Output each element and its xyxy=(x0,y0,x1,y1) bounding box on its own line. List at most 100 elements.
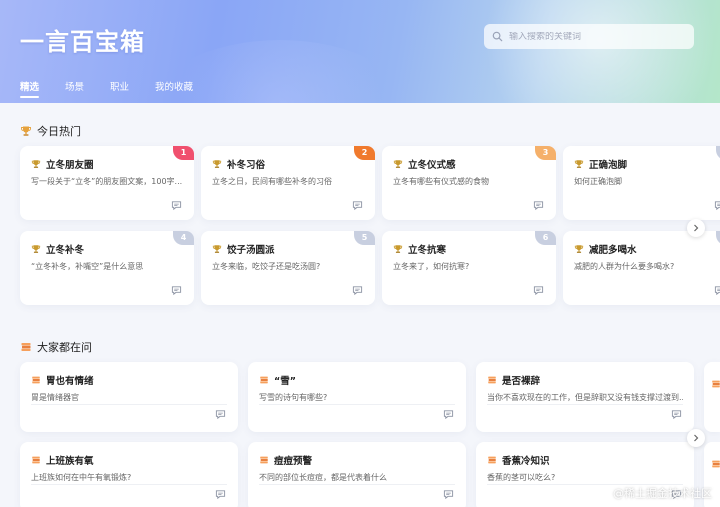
prompt-card[interactable]: 正确泡脚 如何正确泡脚 xyxy=(563,146,720,220)
trophy-icon xyxy=(393,245,403,253)
banner-glow xyxy=(470,0,720,103)
card-divider xyxy=(487,404,683,405)
card-description: 立冬来了，如何抗寒? xyxy=(393,262,470,271)
prompt-card[interactable]: 立冬补冬 “立冬补冬，补嘴空”是什么意思 4 xyxy=(20,231,194,305)
card-title: 香蕉冷知识 xyxy=(487,453,550,467)
chat-icon[interactable] xyxy=(443,409,454,420)
trophy-icon xyxy=(31,245,41,253)
prompt-card[interactable]: 立冬仪式感 立冬有哪些有仪式感的食物 3 xyxy=(382,146,556,220)
card-divider xyxy=(31,484,227,485)
book-stack-icon xyxy=(21,343,31,351)
prompt-card[interactable]: 上班族有氧上班族如何在中午有氧锻炼? xyxy=(20,442,238,507)
rank-badge: 6 xyxy=(535,231,556,245)
card-description: 写雪的诗句有哪些? xyxy=(259,393,328,402)
chat-icon[interactable] xyxy=(171,285,182,296)
book-stack-icon xyxy=(712,380,720,388)
card-title: 立冬朋友圈 xyxy=(31,157,94,171)
ask-next-button[interactable] xyxy=(687,429,705,447)
card-divider xyxy=(31,404,227,405)
chat-icon[interactable] xyxy=(714,285,720,296)
book-stack-icon xyxy=(712,460,720,468)
chat-icon[interactable] xyxy=(714,200,720,211)
prompt-card[interactable]: 胃也有情绪胃是情绪器官 xyxy=(20,362,238,432)
card-title: 补冬习俗 xyxy=(212,157,265,171)
nav-tabs: 精选 场景 职业 我的收藏 xyxy=(20,82,219,98)
trophy-icon xyxy=(212,245,222,253)
card-title-text: 胃也有情绪 xyxy=(46,376,94,387)
prompt-card[interactable]: 立冬抗寒立冬来了，如何抗寒? 6 xyxy=(382,231,556,305)
rank-badge: 2 xyxy=(354,146,375,160)
trophy-icon xyxy=(21,126,31,136)
search-input[interactable] xyxy=(509,31,689,42)
card-title-text: 上班族有氧 xyxy=(46,456,94,467)
book-stack-icon xyxy=(488,376,496,384)
card-title: 痘痘预警 xyxy=(259,453,312,467)
book-stack-icon xyxy=(32,376,40,384)
card-description: 香蕉的茎可以吃么? xyxy=(487,473,556,482)
book-stack-icon xyxy=(260,376,268,384)
chat-icon[interactable] xyxy=(533,200,544,211)
tab-scenes[interactable]: 场景 xyxy=(65,82,84,98)
chat-icon[interactable] xyxy=(215,489,226,500)
card-divider xyxy=(259,484,455,485)
card-title-text: 减肥多喝水 xyxy=(589,245,637,256)
chat-icon[interactable] xyxy=(533,285,544,296)
chat-icon[interactable] xyxy=(352,200,363,211)
card-title-text: 立冬朋友圈 xyxy=(46,160,94,171)
chat-icon[interactable] xyxy=(215,409,226,420)
prompt-card-partial[interactable] xyxy=(704,362,720,432)
card-title: 胃也有情绪 xyxy=(31,373,94,387)
tab-featured[interactable]: 精选 xyxy=(20,82,40,98)
trophy-icon xyxy=(574,245,584,253)
rank-badge: 4 xyxy=(173,231,194,245)
ask-section-header: 大家都在问 xyxy=(20,339,92,355)
tab-favorites[interactable]: 我的收藏 xyxy=(155,82,193,98)
prompt-card[interactable]: 补冬习俗立冬之日，民间有哪些补冬的习俗 2 xyxy=(201,146,375,220)
trophy-icon xyxy=(393,160,403,168)
card-description: 立冬之日，民间有哪些补冬的习俗 xyxy=(212,177,332,186)
card-title: 上班族有氧 xyxy=(31,453,94,467)
card-divider xyxy=(259,404,455,405)
rank-badge: 3 xyxy=(535,146,556,160)
chat-icon[interactable] xyxy=(443,489,454,500)
prompt-card[interactable]: 痘痘预警 不同的部位长痘痘，都是代表着什么 xyxy=(248,442,466,507)
prompt-card[interactable]: 是否裸辞 当你不喜欢现在的工作，但是辞职又没有钱支撑过渡到... xyxy=(476,362,694,432)
prompt-card[interactable]: “雪” 写雪的诗句有哪些? xyxy=(248,362,466,432)
chat-icon[interactable] xyxy=(171,200,182,211)
card-title: 立冬抗寒 xyxy=(393,242,446,256)
card-title: “雪” xyxy=(259,373,296,387)
card-title-text: 补冬习俗 xyxy=(227,160,266,171)
prompt-card[interactable]: 饺子汤圆派立冬来临，吃饺子还是吃汤圆? 5 xyxy=(201,231,375,305)
card-title-text: 立冬仪式感 xyxy=(408,160,456,171)
card-title: 饺子汤圆派 xyxy=(212,242,275,256)
book-stack-icon xyxy=(32,456,40,464)
hot-section-title: 今日热门 xyxy=(37,125,81,138)
app-title: 一言百宝箱 xyxy=(20,28,145,56)
tab-careers[interactable]: 职业 xyxy=(110,82,129,98)
rank-badge: 5 xyxy=(354,231,375,245)
hot-next-button[interactable] xyxy=(687,219,705,237)
card-description: 上班族如何在中午有氧锻炼? xyxy=(31,473,132,482)
card-title-text: 香蕉冷知识 xyxy=(502,456,550,467)
trophy-icon xyxy=(212,160,222,168)
rank-badge xyxy=(716,231,720,245)
rank-badge: 1 xyxy=(173,146,194,160)
card-description: 立冬来临，吃饺子还是吃汤圆? xyxy=(212,262,321,271)
card-title: 立冬补冬 xyxy=(31,242,84,256)
rank-badge xyxy=(716,146,720,160)
prompt-card[interactable]: 立冬朋友圈写一段关于“立冬”的朋友圈文案，100字... 1 xyxy=(20,146,194,220)
chat-icon[interactable] xyxy=(352,285,363,296)
chat-icon[interactable] xyxy=(671,409,682,420)
card-description: 写一段关于“立冬”的朋友圈文案，100字... xyxy=(31,177,183,186)
card-title: 减肥多喝水 xyxy=(574,242,637,256)
card-title: 立冬仪式感 xyxy=(393,157,456,171)
card-title-text: 立冬补冬 xyxy=(46,245,85,256)
card-title-text: “雪” xyxy=(274,376,296,387)
search-bar[interactable] xyxy=(484,24,694,49)
card-title-text: 立冬抗寒 xyxy=(408,245,447,256)
prompt-card[interactable]: 减肥多喝水 减肥的人群为什么要多喝水? xyxy=(563,231,720,305)
card-title: 是否裸辞 xyxy=(487,373,540,387)
header-banner: 一言百宝箱 精选 场景 职业 我的收藏 xyxy=(0,0,720,103)
trophy-icon xyxy=(574,160,584,168)
card-description: 胃是情绪器官 xyxy=(31,393,79,402)
